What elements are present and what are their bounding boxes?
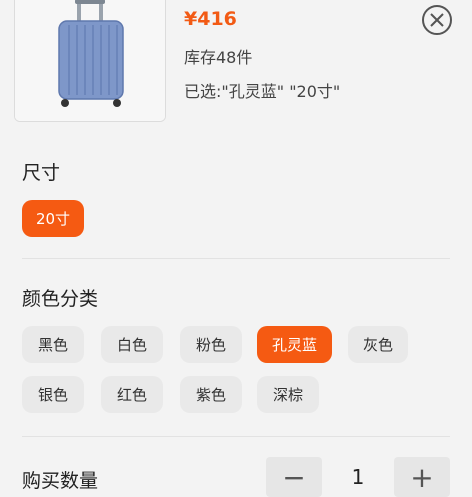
divider	[22, 258, 450, 259]
color-option-black[interactable]: 黑色	[22, 326, 84, 363]
color-option-kongling-blue[interactable]: 孔灵蓝	[257, 326, 332, 363]
color-option-gray[interactable]: 灰色	[348, 326, 408, 363]
divider	[22, 436, 450, 437]
color-option-silver[interactable]: 银色	[22, 376, 84, 413]
quantity-decrease-button[interactable]: −	[266, 457, 322, 497]
color-option-white[interactable]: 白色	[101, 326, 163, 363]
color-option-pink[interactable]: 粉色	[180, 326, 242, 363]
quantity-value[interactable]: 1	[326, 457, 390, 497]
product-price: ¥416	[184, 8, 237, 30]
color-option-dark-brown[interactable]: 深棕	[257, 376, 319, 413]
close-button[interactable]	[422, 5, 452, 35]
color-option-red[interactable]: 红色	[101, 376, 163, 413]
close-icon	[430, 13, 444, 27]
suitcase-image	[15, 0, 165, 121]
size-option-20[interactable]: 20寸	[22, 200, 84, 237]
quantity-increase-button[interactable]: +	[394, 457, 450, 497]
plus-icon: +	[410, 460, 434, 494]
stock-count: 库存48件	[184, 48, 253, 67]
size-section-title: 尺寸	[22, 162, 61, 184]
minus-icon: −	[282, 460, 306, 494]
color-section-title: 颜色分类	[22, 288, 99, 310]
color-option-purple[interactable]: 紫色	[180, 376, 242, 413]
product-thumbnail	[14, 0, 166, 122]
selected-options: 已选:"孔灵蓝" "20寸"	[184, 82, 341, 101]
